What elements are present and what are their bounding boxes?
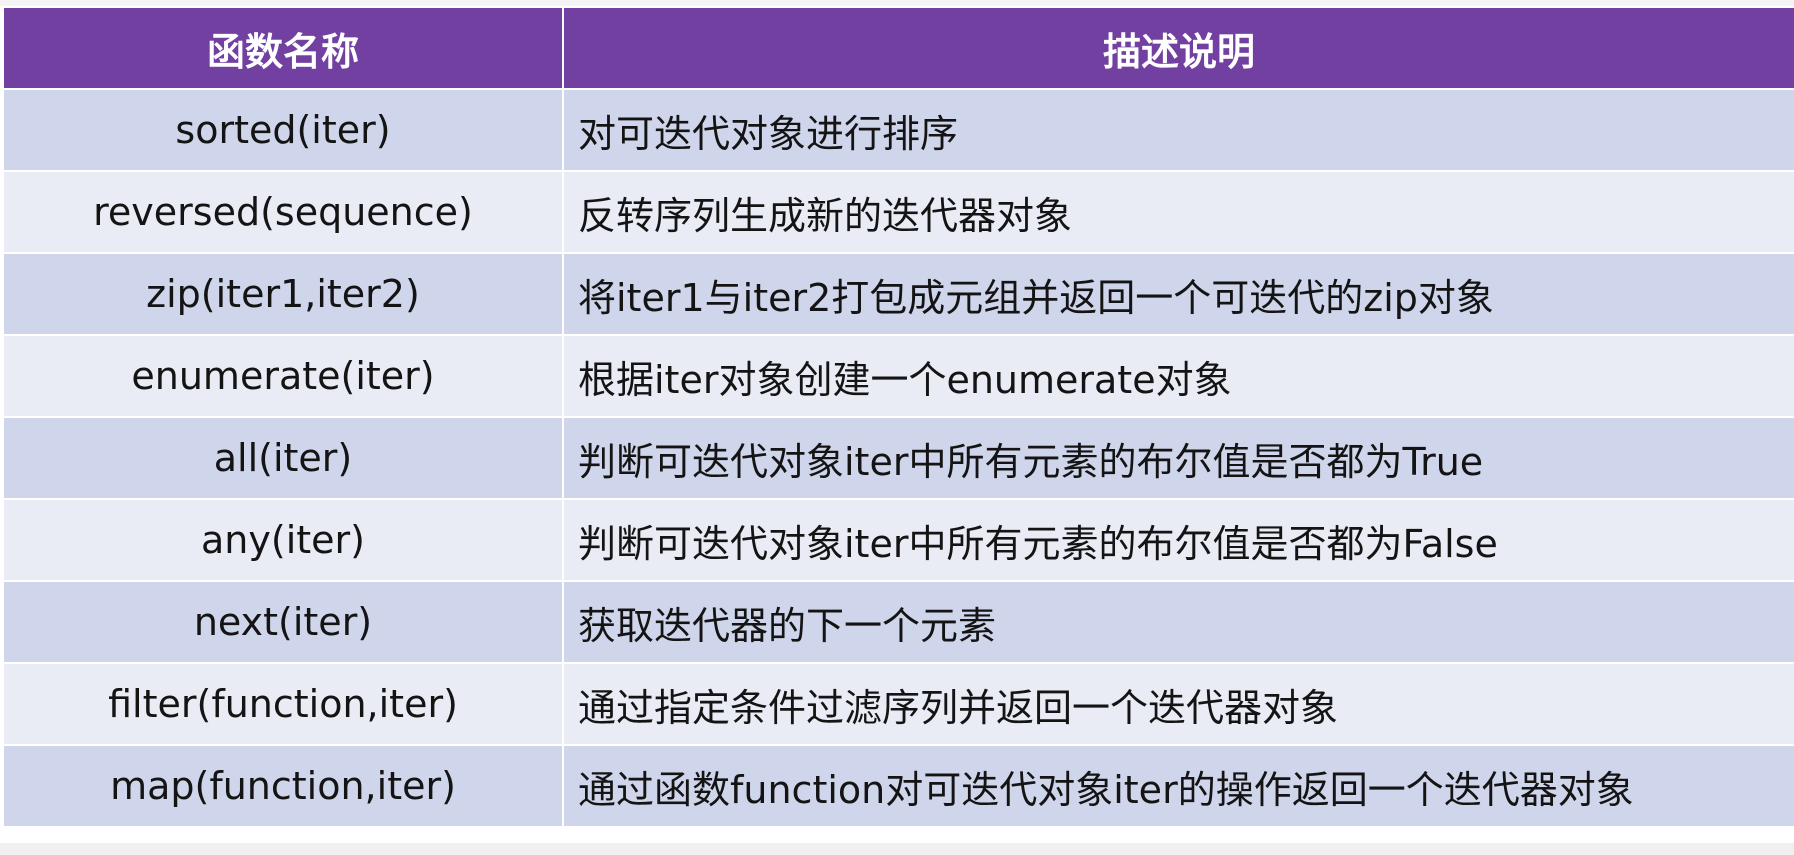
description-cell: 将iter1与iter2打包成元组并返回一个可迭代的zip对象: [562, 252, 1794, 336]
table-row: any(iter) 判断可迭代对象iter中所有元素的布尔值是否都为False: [2, 498, 1794, 582]
function-name-cell: zip(iter1,iter2): [2, 252, 564, 336]
description-cell: 根据iter对象创建一个enumerate对象: [562, 334, 1794, 418]
description-cell: 判断可迭代对象iter中所有元素的布尔值是否都为True: [562, 416, 1794, 500]
bottom-strip: [0, 843, 1794, 855]
function-name-cell: next(iter): [2, 580, 564, 664]
description-cell: 通过函数function对可迭代对象iter的操作返回一个迭代器对象: [562, 744, 1794, 828]
function-name-cell: map(function,iter): [2, 744, 564, 828]
function-name-cell: filter(function,iter): [2, 662, 564, 746]
function-name-cell: all(iter): [2, 416, 564, 500]
description-cell: 通过指定条件过滤序列并返回一个迭代器对象: [562, 662, 1794, 746]
description-cell: 判断可迭代对象iter中所有元素的布尔值是否都为False: [562, 498, 1794, 582]
table-header-row: 函数名称 描述说明: [2, 6, 1794, 90]
header-description: 描述说明: [562, 6, 1794, 90]
description-cell: 对可迭代对象进行排序: [562, 88, 1794, 172]
function-table-container: 函数名称 描述说明 sorted(iter) 对可迭代对象进行排序 revers…: [2, 6, 1794, 828]
table-row: zip(iter1,iter2) 将iter1与iter2打包成元组并返回一个可…: [2, 252, 1794, 336]
table-row: reversed(sequence) 反转序列生成新的迭代器对象: [2, 170, 1794, 254]
function-table: 函数名称 描述说明 sorted(iter) 对可迭代对象进行排序 revers…: [2, 6, 1794, 828]
function-name-cell: reversed(sequence): [2, 170, 564, 254]
table-row: filter(function,iter) 通过指定条件过滤序列并返回一个迭代器…: [2, 662, 1794, 746]
table-row: next(iter) 获取迭代器的下一个元素: [2, 580, 1794, 664]
table-row: enumerate(iter) 根据iter对象创建一个enumerate对象: [2, 334, 1794, 418]
table-row: map(function,iter) 通过函数function对可迭代对象ite…: [2, 744, 1794, 828]
function-name-cell: sorted(iter): [2, 88, 564, 172]
function-name-cell: enumerate(iter): [2, 334, 564, 418]
header-function-name: 函数名称: [2, 6, 564, 90]
table-row: all(iter) 判断可迭代对象iter中所有元素的布尔值是否都为True: [2, 416, 1794, 500]
description-cell: 反转序列生成新的迭代器对象: [562, 170, 1794, 254]
function-name-cell: any(iter): [2, 498, 564, 582]
table-row: sorted(iter) 对可迭代对象进行排序: [2, 88, 1794, 172]
description-cell: 获取迭代器的下一个元素: [562, 580, 1794, 664]
